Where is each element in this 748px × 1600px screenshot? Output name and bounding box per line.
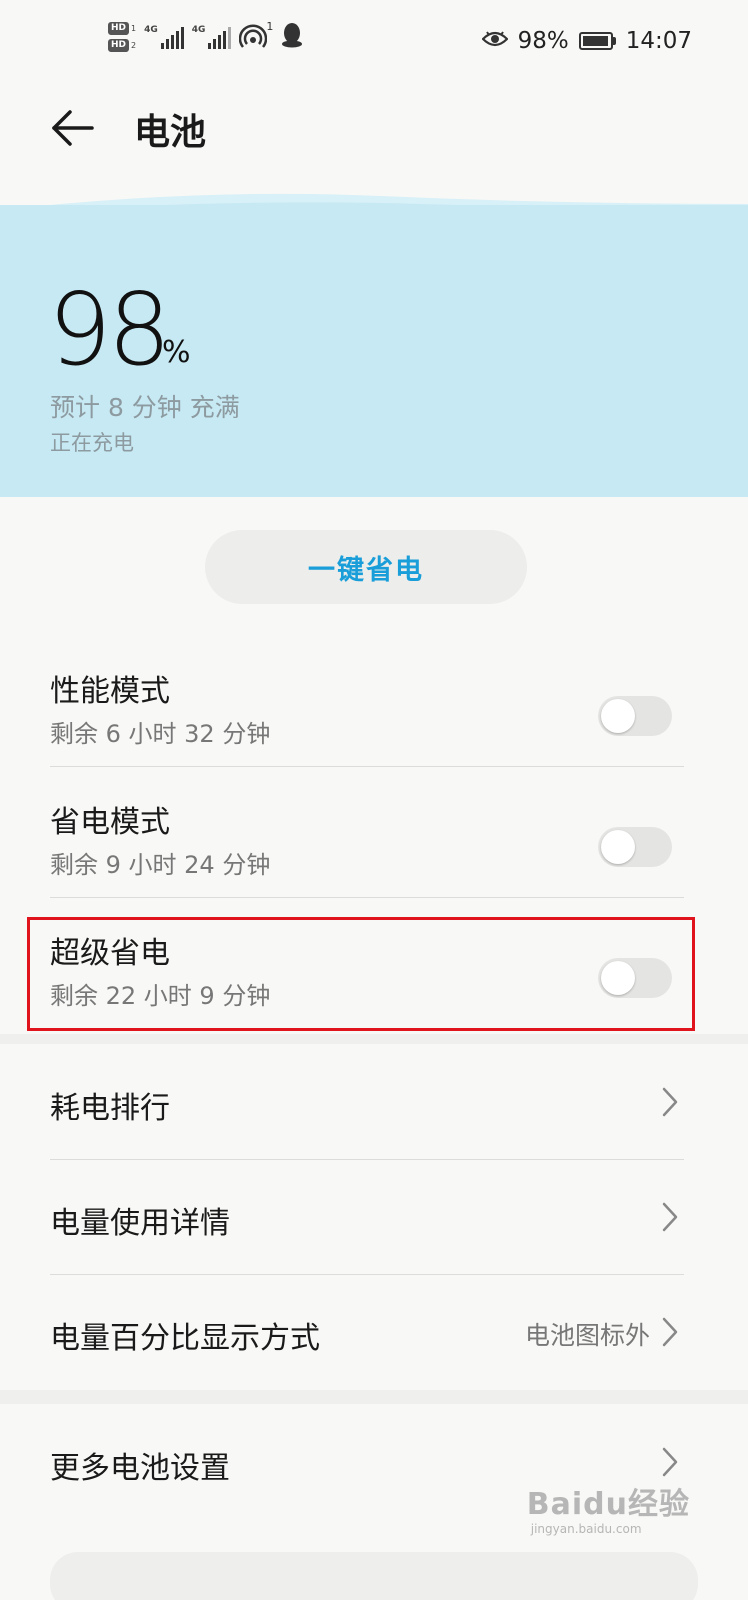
sim2-hd-icon: HD 2 [108,39,136,52]
power-saving-mode-row[interactable]: 省电模式 剩余 9 小时 24 分钟 [50,781,684,911]
battery-percentage-display-row[interactable]: 电量百分比显示方式 电池图标外 [50,1275,684,1389]
watermark: Baidu经验 jingyan.baidu.com [526,1487,690,1537]
performance-mode-toggle[interactable] [598,696,672,736]
divider [50,766,684,767]
nav-label: 电量百分比显示方式 [50,1321,320,1356]
chevron-right-icon [662,1317,678,1347]
status-bar: HD 1 HD 2 4G 4G 1 98% 14:07 [0,0,748,90]
power-usage-details-row[interactable]: 电量使用详情 [50,1160,684,1274]
clock: 14:07 [625,28,692,54]
back-button[interactable] [50,105,96,151]
battery-hero: 98 % 预计 8 分钟 充满 正在充电 [0,205,748,497]
watermark-brand: Baidu经验 [526,1487,690,1522]
status-right: 98% 14:07 [481,28,692,54]
section-separator [0,1390,748,1404]
section-separator [0,1034,748,1044]
battery-level-unit: % [162,335,191,370]
nav-label: 耗电排行 [50,1091,170,1126]
mode-title: 省电模式 [50,805,170,840]
performance-mode-row[interactable]: 性能模式 剩余 6 小时 32 分钟 [50,650,684,780]
arrow-left-icon [52,110,94,146]
nav-label: 更多电池设置 [50,1451,230,1486]
watermark-url: jingyan.baidu.com [530,1522,642,1536]
power-saving-mode-toggle[interactable] [598,827,672,867]
mode-title: 性能模式 [50,674,170,709]
page-title: 电池 [134,112,207,153]
chevron-right-icon [662,1202,678,1232]
battery-percent: 98% [517,28,569,54]
chevron-right-icon [662,1447,678,1477]
mode-remaining: 剩余 6 小时 32 分钟 [50,720,271,748]
power-usage-ranking-row[interactable]: 耗电排行 [50,1045,684,1159]
sim1-hd-icon: HD 1 [108,22,136,35]
toggle-knob [601,830,635,864]
battery-level: 98 [48,271,171,388]
nav-value: 电池图标外 [524,1321,650,1350]
sim-indicators: HD 1 HD 2 [108,22,136,52]
status-left: HD 1 HD 2 4G 4G 1 [108,20,303,52]
mode-remaining: 剩余 9 小时 24 分钟 [50,851,271,879]
divider [50,897,684,898]
qq-icon [281,22,303,52]
battery-charging-icon [578,32,616,50]
signal-1-icon: 4G [144,25,184,49]
charging-status: 正在充电 [50,431,134,455]
toggle-knob [601,699,635,733]
nav-label: 电量使用详情 [50,1206,230,1241]
charge-eta: 预计 8 分钟 充满 [50,393,240,422]
hotspot-icon: 1 [239,20,273,50]
signal-2-icon: 4G [192,25,232,49]
chevron-right-icon [662,1087,678,1117]
one-tap-save-button[interactable]: 一键省电 [205,530,527,604]
app-header: 电池 [0,95,748,165]
bottom-card [50,1552,698,1600]
highlight-box [27,917,695,1031]
eye-comfort-icon [481,28,509,54]
